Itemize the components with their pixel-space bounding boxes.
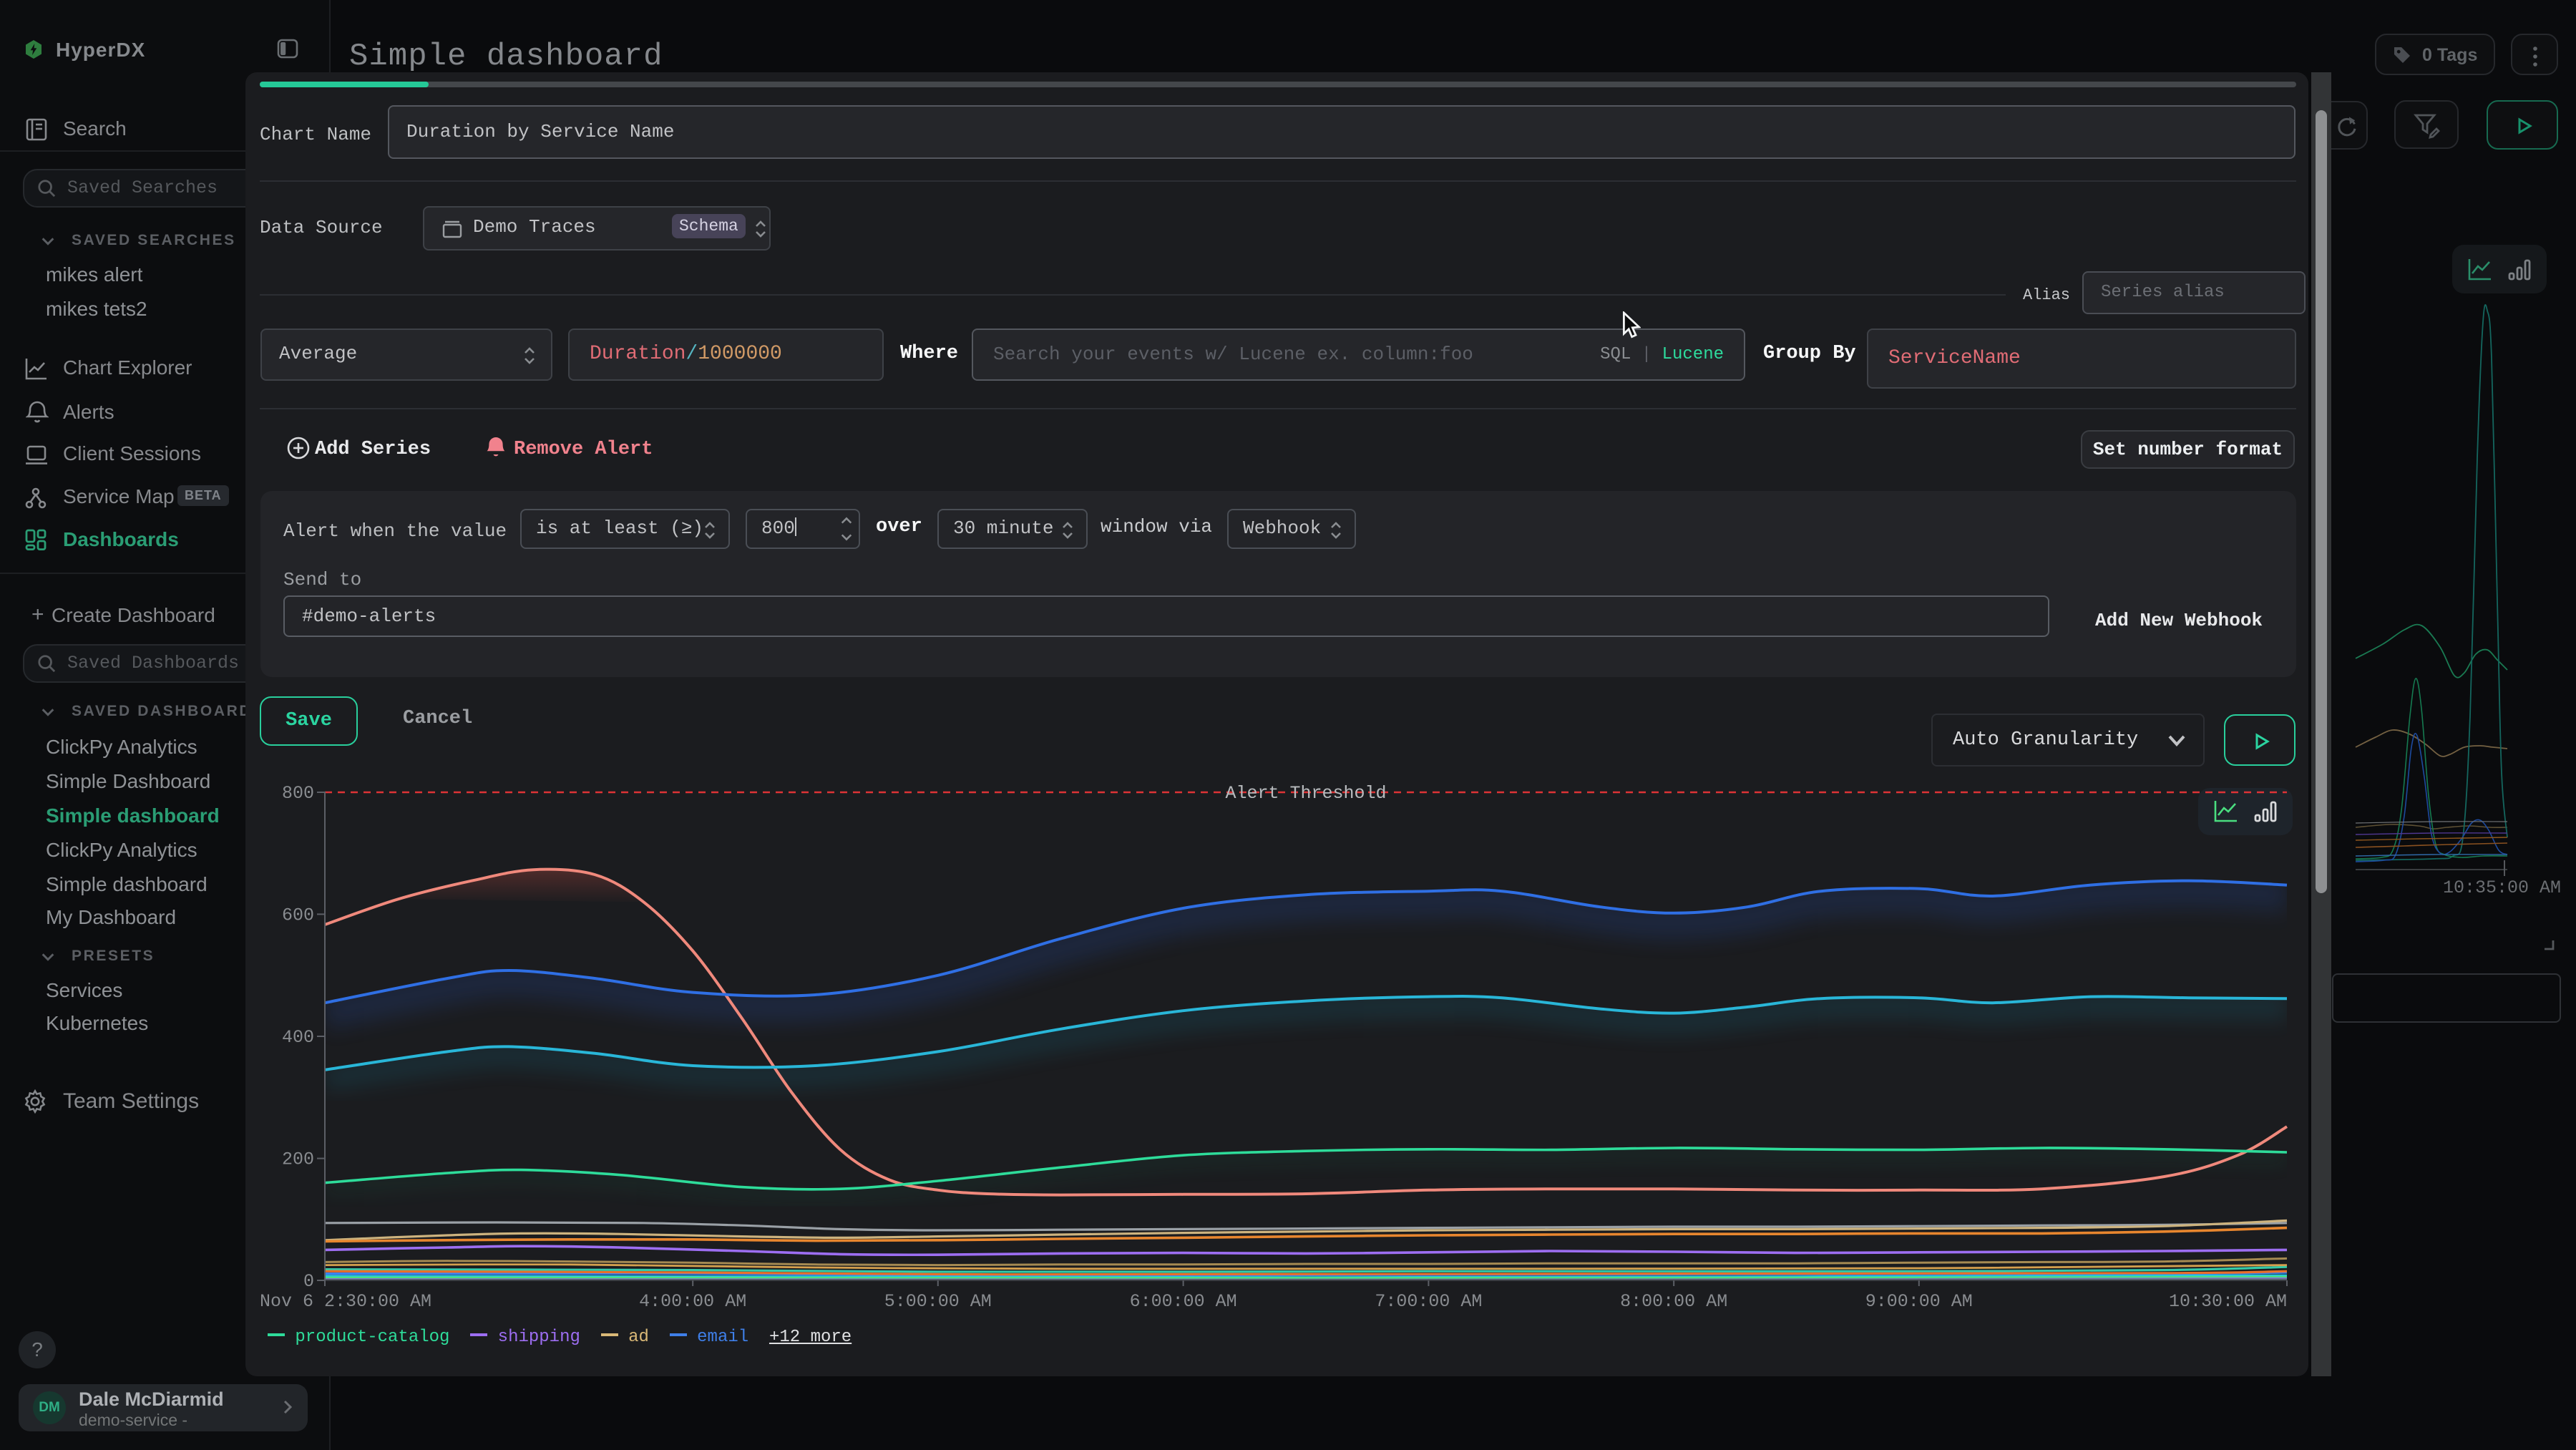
svg-text:5:00:00 AM: 5:00:00 AM [884,1291,992,1312]
svg-text:7:00:00 AM: 7:00:00 AM [1375,1291,1482,1312]
svg-text:800: 800 [282,783,314,804]
svg-text:4:00:00 AM: 4:00:00 AM [639,1291,746,1312]
svg-text:0: 0 [303,1271,314,1292]
svg-text:10:30:00 AM: 10:30:00 AM [2169,1291,2287,1312]
svg-text:8:00:00 AM: 8:00:00 AM [1620,1291,1727,1312]
svg-text:6:00:00 AM: 6:00:00 AM [1130,1291,1237,1312]
svg-text:Alert Threshold: Alert Threshold [1225,783,1386,804]
svg-text:200: 200 [282,1149,314,1170]
svg-text:400: 400 [282,1027,314,1048]
svg-text:Nov 6 2:30:00 AM: Nov 6 2:30:00 AM [260,1291,431,1312]
svg-text:600: 600 [282,905,314,925]
svg-text:9:00:00 AM: 9:00:00 AM [1865,1291,1973,1312]
